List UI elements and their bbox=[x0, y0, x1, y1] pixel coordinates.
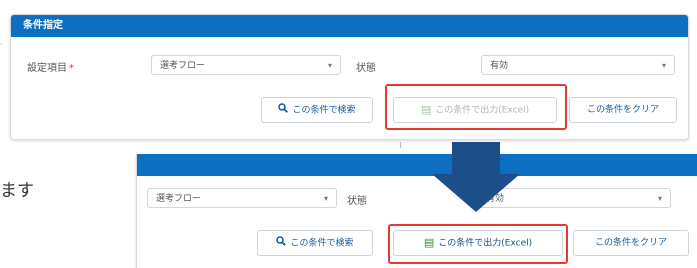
panel-header: 条件指定 bbox=[11, 15, 688, 37]
clear-button-after[interactable]: この条件をクリア bbox=[573, 230, 689, 256]
field-label: 設定項目 * bbox=[27, 59, 74, 74]
status-select-value: 有効 bbox=[490, 61, 509, 71]
search-button-label: この条件で検索 bbox=[290, 238, 354, 249]
status-label: 状態 bbox=[347, 196, 367, 207]
status-select[interactable]: 有効 ▾ bbox=[481, 55, 675, 75]
edge-marker: · bbox=[0, 40, 3, 50]
search-button[interactable]: この条件で検索 bbox=[261, 97, 373, 123]
clear-button[interactable]: この条件をクリア bbox=[569, 97, 677, 123]
search-icon bbox=[278, 98, 289, 122]
clear-button-label: この条件をクリア bbox=[594, 238, 667, 248]
clear-button-label: この条件をクリア bbox=[586, 105, 659, 115]
panel-header-bar bbox=[137, 154, 697, 176]
arrow-stem bbox=[452, 142, 500, 174]
caret-down-icon: ▾ bbox=[661, 61, 666, 70]
search-icon bbox=[276, 231, 287, 255]
caret-down-icon: ▾ bbox=[327, 61, 332, 70]
side-text: ます bbox=[0, 181, 34, 201]
field-label-text: 設定項目 bbox=[27, 63, 67, 74]
caret-down-icon: ▾ bbox=[657, 194, 662, 203]
down-arrow-icon bbox=[432, 142, 520, 212]
field-select-value: 選考フロー bbox=[156, 194, 202, 204]
caret-down-icon: ▾ bbox=[323, 194, 328, 203]
search-button-after[interactable]: この条件で検索 bbox=[257, 230, 373, 256]
field-select[interactable]: 選考フロー ▾ bbox=[151, 55, 341, 75]
condition-panel: 条件指定 設定項目 * 選考フロー ▾ 状態 有効 ▾ この条件で検索 ▤ この条件… bbox=[10, 14, 689, 140]
field-select-after[interactable]: 選考フロー ▾ bbox=[147, 188, 337, 208]
highlight-box-top bbox=[385, 84, 567, 130]
status-label: 状態 bbox=[356, 63, 376, 74]
field-select-value: 選考フロー bbox=[160, 61, 206, 71]
search-button-label: この条件で検索 bbox=[292, 105, 356, 116]
required-mark: * bbox=[69, 63, 74, 74]
highlight-box-bottom bbox=[388, 224, 568, 264]
arrow-head bbox=[432, 174, 520, 212]
divider-tick bbox=[400, 142, 401, 148]
